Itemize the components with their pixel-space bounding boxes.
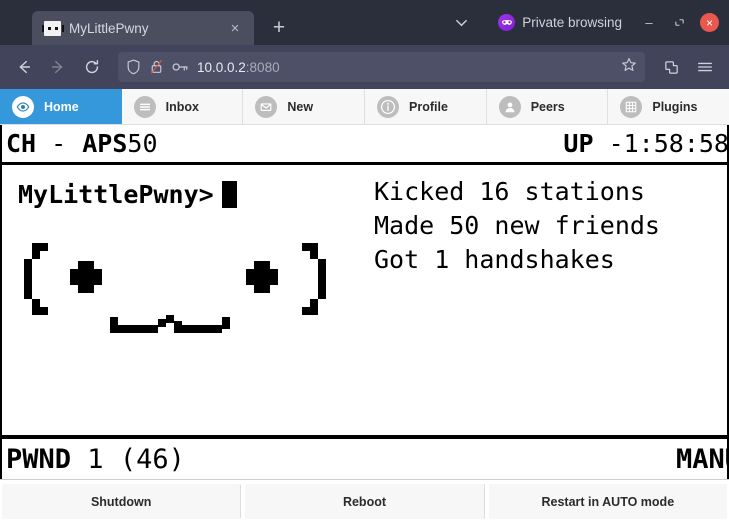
address-bar[interactable]: 10.0.0.2:8080 [118, 52, 645, 82]
browser-window: MyLittlePwny × + Private browsing – [0, 0, 729, 523]
channel-label: CH [6, 131, 36, 156]
titlebar-right-controls: Private browsing – × [446, 0, 729, 45]
action-button-bar: Shutdown Reboot Restart in AUTO mode [0, 479, 729, 523]
reboot-button[interactable]: Reboot [245, 484, 484, 519]
page-navigation-tabs: Home Inbox New Profile Peers [0, 89, 729, 125]
message-line: Kicked 16 stations [362, 175, 727, 209]
envelope-icon [255, 96, 277, 118]
key-icon[interactable] [172, 60, 189, 74]
tab-inbox-label: Inbox [166, 100, 199, 114]
eye-icon [12, 96, 34, 118]
private-browsing-indicator: Private browsing [498, 14, 622, 31]
new-tab-button[interactable]: + [264, 13, 294, 43]
lock-crossed-icon[interactable] [149, 59, 164, 75]
title-bar: MyLittlePwny × + Private browsing – [0, 0, 729, 45]
chevron-down-icon[interactable] [446, 8, 476, 38]
tab-new[interactable]: New [243, 89, 365, 124]
restart-auto-mode-button[interactable]: Restart in AUTO mode [489, 484, 727, 519]
uptime-value: -1:58:58 [609, 131, 727, 156]
channel-value: - [51, 131, 66, 156]
tab-plugins-label: Plugins [652, 100, 697, 114]
list-icon [134, 96, 156, 118]
url-port: :8080 [246, 60, 280, 75]
hamburger-menu-icon[interactable] [689, 52, 721, 82]
tab-title: MyLittlePwny [69, 21, 218, 36]
forward-button[interactable] [42, 52, 74, 82]
tab-plugins[interactable]: Plugins [608, 89, 729, 124]
display-status-bottom: PWND 1 (46) MANU [2, 435, 727, 479]
close-window-button[interactable]: × [700, 13, 719, 32]
navigation-toolbar: 10.0.0.2:8080 [0, 45, 729, 89]
channel-and-aps-status: CH - APS 50 [6, 131, 158, 156]
pwnd-label: PWND [6, 444, 71, 475]
private-browsing-label: Private browsing [522, 15, 622, 30]
mode-indicator: MANU [676, 446, 727, 473]
display-left-column: MyLittlePwny> [2, 165, 362, 435]
pwned-counter: PWND 1 (46) [6, 446, 185, 473]
grid-icon [620, 96, 642, 118]
uptime-status: UP -1:58:58 [563, 131, 727, 156]
tab-profile[interactable]: Profile [365, 89, 487, 124]
display-body: MyLittlePwny> [2, 165, 727, 435]
face-glyphs [10, 225, 360, 355]
pwnagotchi-display: CH - APS 50 UP -1:58:58 MyLittlePwny> [0, 125, 729, 479]
info-icon [377, 96, 399, 118]
display-messages: Kicked 16 stations Made 50 new friends G… [362, 165, 727, 435]
tab-inbox[interactable]: Inbox [122, 89, 244, 124]
message-line: Made 50 new friends [362, 209, 727, 243]
reload-button[interactable] [76, 52, 108, 82]
mask-icon [498, 14, 515, 31]
shield-icon[interactable] [126, 59, 141, 75]
extensions-icon[interactable] [655, 52, 687, 82]
display-status-top: CH - APS 50 UP -1:58:58 [2, 125, 727, 165]
back-button[interactable] [8, 52, 40, 82]
browser-tab[interactable]: MyLittlePwny × [32, 11, 254, 45]
tab-profile-label: Profile [409, 100, 448, 114]
pwnd-session: 1 [87, 444, 103, 475]
message-line: Got 1 handshakes [362, 243, 727, 277]
url-text[interactable]: 10.0.0.2:8080 [197, 60, 613, 75]
aps-label: APS [82, 131, 127, 156]
person-icon [499, 96, 521, 118]
display-prompt: MyLittlePwny> [2, 165, 362, 208]
prompt-name: MyLittlePwny> [18, 182, 214, 207]
pwnagotchi-face-icon [44, 21, 61, 36]
uptime-label: UP [563, 131, 593, 156]
tab-peers[interactable]: Peers [487, 89, 609, 124]
tab-new-label: New [287, 100, 313, 114]
pwnagotchi-face [10, 225, 360, 365]
close-icon[interactable]: × [226, 19, 244, 37]
tab-home-label: Home [44, 100, 79, 114]
tab-strip: MyLittlePwny × + [0, 0, 294, 45]
minimize-button[interactable]: – [636, 10, 662, 36]
pwnd-total: (46) [120, 444, 185, 475]
tab-peers-label: Peers [531, 100, 565, 114]
bookmark-star-icon[interactable] [621, 57, 637, 77]
block-cursor [222, 181, 237, 208]
tab-home[interactable]: Home [0, 89, 122, 124]
maximize-restore-button[interactable] [666, 10, 692, 36]
aps-value: 50 [127, 131, 157, 156]
shutdown-button[interactable]: Shutdown [2, 484, 241, 519]
url-host: 10.0.0.2 [197, 60, 246, 75]
